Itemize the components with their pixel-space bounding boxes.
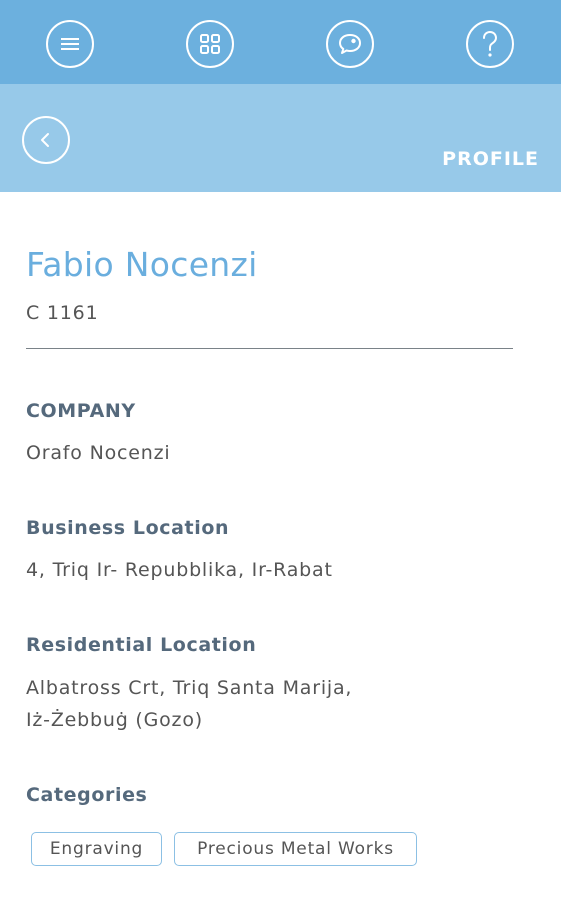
chat-icon bbox=[339, 34, 361, 54]
chat-button[interactable] bbox=[326, 20, 374, 68]
category-chip[interactable]: Precious Metal Works bbox=[174, 832, 417, 866]
company-value: Orafo Nocenzi bbox=[26, 442, 171, 464]
help-button[interactable] bbox=[466, 20, 514, 68]
top-toolbar bbox=[0, 0, 561, 84]
business-location-value: 4, Triq Ir- Repubblika, Ir-Rabat bbox=[26, 559, 333, 581]
business-location-label: Business Location bbox=[26, 517, 230, 539]
back-button[interactable] bbox=[22, 116, 70, 164]
grid-icon bbox=[200, 34, 220, 54]
chevron-left-icon bbox=[41, 133, 49, 147]
profile-name: Fabio Nocenzi bbox=[26, 245, 258, 284]
category-chip[interactable]: Engraving bbox=[31, 832, 162, 866]
help-icon bbox=[483, 30, 498, 57]
residential-location-line1: Albatross Crt, Triq Santa Marija, bbox=[26, 677, 353, 699]
menu-icon bbox=[61, 38, 79, 50]
residential-location-line2: Iż-Żebbuġ (Gozo) bbox=[26, 709, 203, 731]
page-header bbox=[0, 84, 561, 192]
categories-label: Categories bbox=[26, 784, 148, 806]
divider bbox=[26, 348, 513, 349]
company-label: COMPANY bbox=[26, 400, 136, 422]
menu-button[interactable] bbox=[46, 20, 94, 68]
profile-code: C 1161 bbox=[26, 302, 99, 324]
page-title: PROFILE bbox=[442, 148, 539, 170]
residential-location-label: Residential Location bbox=[26, 634, 257, 656]
grid-button[interactable] bbox=[186, 20, 234, 68]
